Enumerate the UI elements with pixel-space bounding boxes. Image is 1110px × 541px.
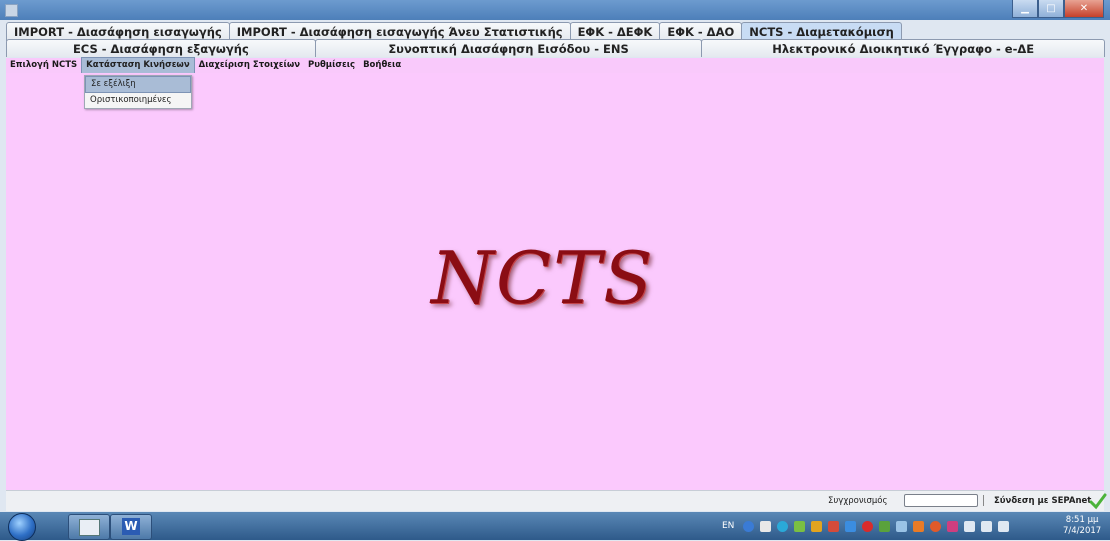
volume-icon[interactable]	[981, 520, 993, 532]
network-tray-icon[interactable]	[777, 520, 789, 532]
menu-bar: Επιλογή NCTS Κατάσταση Κινήσεων Διαχείρι…	[6, 57, 1104, 74]
help-icon[interactable]	[743, 520, 755, 532]
sync-label: Συγχρονισμός	[828, 496, 888, 506]
status-separator	[983, 495, 984, 506]
battery-icon[interactable]	[998, 520, 1010, 532]
menu-ncts-selection[interactable]: Επιλογή NCTS	[6, 58, 81, 73]
start-button[interactable]	[8, 513, 36, 541]
dropdown-item-finalized[interactable]: Οριστικοποιημένες	[85, 93, 191, 108]
tab-e-de[interactable]: Ηλεκτρονικό Διοικητικό Έγγραφο - e-ΔΕ	[701, 39, 1105, 57]
tray-sync-icon[interactable]	[879, 520, 891, 532]
status-bar: Συγχρονισμός Σύνδεση με SEPAnet	[6, 490, 1107, 511]
clock[interactable]: 8:51 μμ 7/4/2017	[1063, 515, 1101, 537]
taskbar: W EN 8:51 μμ 7/4/2017	[0, 512, 1110, 541]
tray-display-icon[interactable]	[845, 520, 857, 532]
ncts-logo: NCTS	[431, 236, 655, 320]
menu-help[interactable]: Βοήθεια	[359, 58, 405, 73]
usb-icon[interactable]	[760, 520, 772, 532]
main-content: Σε εξέλιξη Οριστικοποιημένες NCTS	[6, 73, 1104, 490]
tray-alert-icon[interactable]	[930, 520, 942, 532]
tray-wireless-icon[interactable]	[896, 520, 908, 532]
clock-time: 8:51 μμ	[1065, 515, 1099, 525]
sync-progress	[904, 494, 978, 507]
connected-check-icon	[1089, 493, 1107, 510]
clock-date: 7/4/2017	[1063, 526, 1102, 536]
tray-shield-icon[interactable]	[811, 520, 823, 532]
opera-icon[interactable]	[862, 520, 874, 532]
connection-label: Σύνδεση με SEPAnet	[994, 496, 1092, 506]
movement-status-dropdown: Σε εξέλιξη Οριστικοποιημένες	[84, 75, 192, 109]
sepa-app-icon	[79, 519, 100, 536]
window-titlebar: ▁ □ ✕	[0, 0, 1110, 20]
taskbar-app-sepa[interactable]	[68, 514, 110, 540]
window-controls: ▁ □ ✕	[1012, 0, 1104, 18]
tab-ecs[interactable]: ECS - Διασάφηση εξαγωγής	[6, 39, 316, 57]
app-icon	[5, 4, 18, 17]
tab-ens[interactable]: Συνοπτική Διασάφηση Εισόδου - ENS	[314, 39, 703, 57]
menu-data-management[interactable]: Διαχείριση Στοιχείων	[195, 58, 304, 73]
menu-movement-status[interactable]: Κατάσταση Κινήσεων	[81, 57, 195, 74]
menu-settings[interactable]: Ρυθμίσεις	[304, 58, 359, 73]
taskbar-app-word[interactable]: W	[110, 514, 152, 540]
tray-update-icon[interactable]	[913, 520, 925, 532]
dropdown-item-in-progress[interactable]: Σε εξέλιξη	[85, 76, 191, 93]
maximize-button[interactable]: □	[1038, 0, 1064, 18]
signal-icon[interactable]	[964, 520, 976, 532]
tab-row-2: ECS - Διασάφηση εξαγωγής Συνοπτική Διασά…	[6, 39, 1105, 57]
close-button[interactable]: ✕	[1064, 0, 1104, 18]
word-icon: W	[122, 518, 140, 535]
flag-icon[interactable]	[947, 520, 959, 532]
tray-folder-icon[interactable]	[828, 520, 840, 532]
tray-app-icon[interactable]	[794, 520, 806, 532]
language-indicator[interactable]: EN	[722, 521, 734, 531]
minimize-button[interactable]: ▁	[1012, 0, 1038, 18]
system-tray: EN	[722, 514, 1012, 538]
